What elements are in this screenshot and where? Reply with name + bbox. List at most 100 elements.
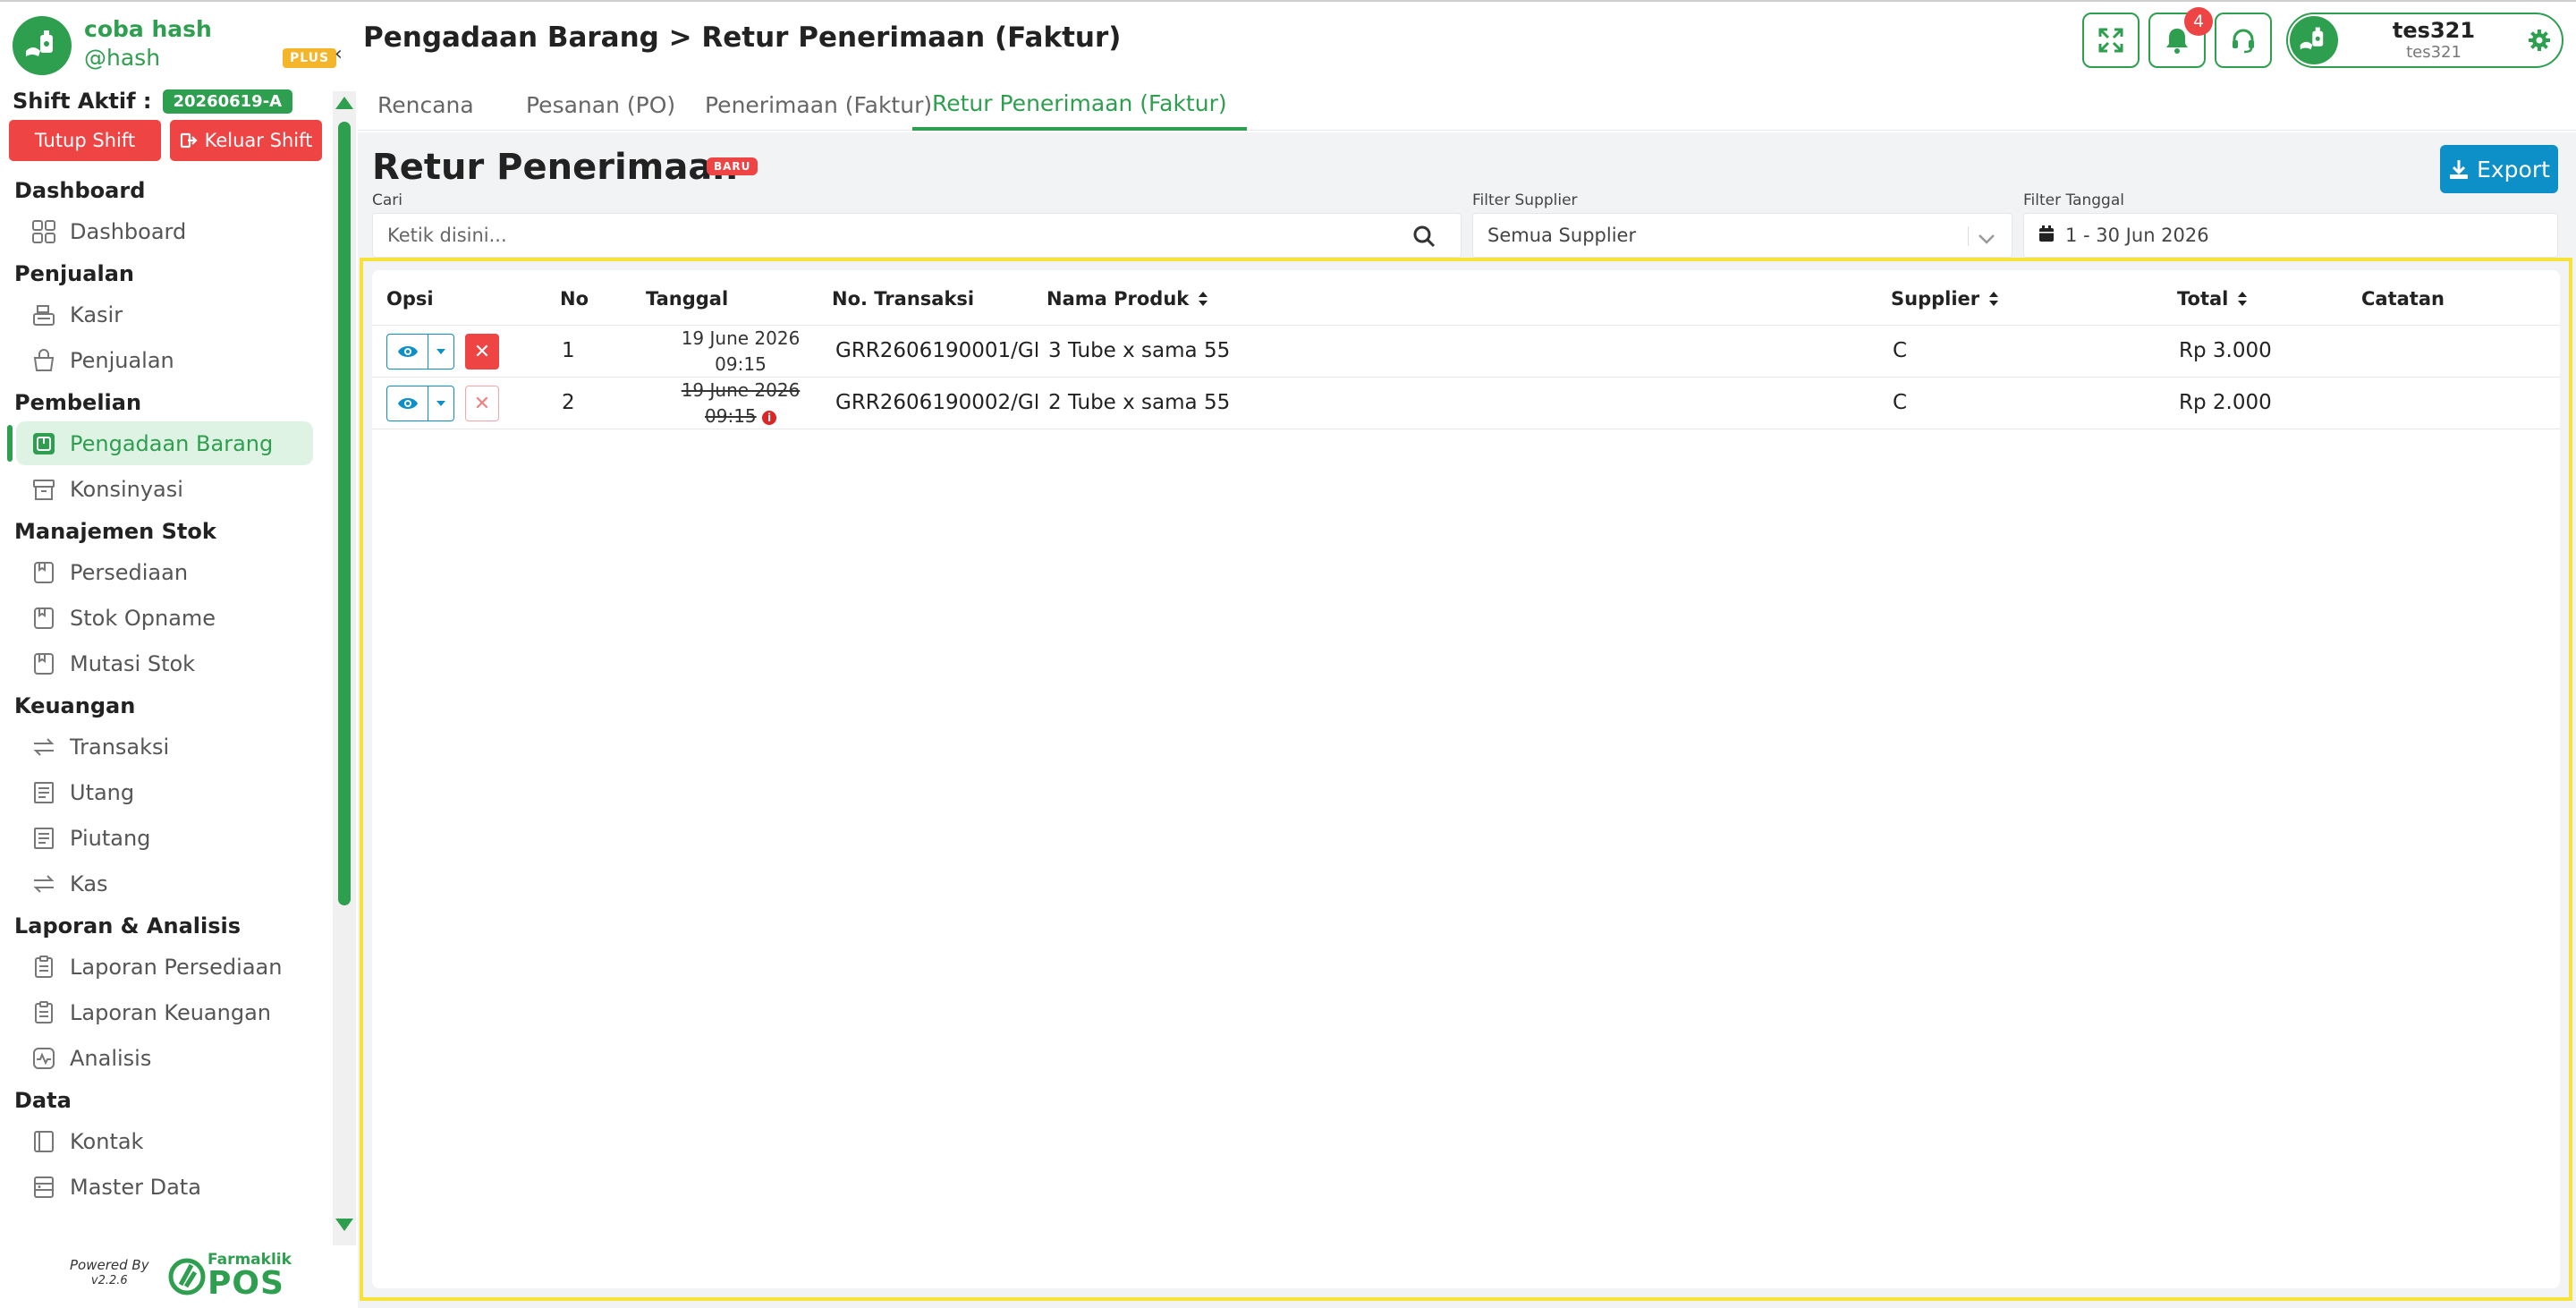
sort-icon[interactable] [1988, 291, 1999, 307]
sidebar-item-utang[interactable]: Utang [16, 770, 313, 814]
sidebar-item-master-data[interactable]: Master Data [16, 1165, 313, 1209]
sidebar-item-kasir[interactable]: Kasir [16, 293, 313, 336]
supplier-filter-label: Filter Supplier [1472, 191, 1578, 209]
sidebar-item-mutasi-stok[interactable]: Mutasi Stok [16, 641, 313, 685]
supplier-filter-select[interactable]: Semua Supplier [1472, 213, 2012, 258]
exit-shift-button[interactable]: Keluar Shift [170, 120, 322, 161]
cell-no-transaksi[interactable]: GRR2606190002/GR2 [835, 391, 1038, 414]
page-title: Retur Penerimaan [372, 147, 738, 188]
table-row: ✕ 1 19 June 2026 09:15 GRR2606190001/GR2… [372, 326, 2560, 378]
cell-total: Rp 3.000 [2179, 339, 2272, 362]
sidebar-item-kas[interactable]: Kas [16, 862, 313, 905]
export-label: Export [2477, 156, 2550, 183]
cell-no: 1 [562, 339, 575, 362]
date-filter-value: 1 - 30 Jun 2026 [2065, 225, 2209, 246]
sidebar-item-analisis[interactable]: Analisis [16, 1036, 313, 1080]
plan-badge: PLUS [283, 48, 337, 68]
store-avatar-icon [2300, 27, 2324, 50]
sidebar-item-penjualan[interactable]: Penjualan [16, 338, 313, 382]
fullscreen-button[interactable] [2082, 13, 2140, 68]
date-filter-input[interactable]: 1 - 30 Jun 2026 [2023, 213, 2558, 258]
col-supplier[interactable]: Supplier [1891, 288, 1999, 310]
scroll-down-arrow-icon[interactable] [335, 1219, 353, 1231]
cash-register-icon [30, 302, 57, 328]
sidebar-item-stok-opname[interactable]: Stok Opname [16, 596, 313, 640]
sidebar-item-dashboard[interactable]: Dashboard [16, 209, 313, 253]
sidebar-item-laporan-keuangan[interactable]: Laporan Keuangan [16, 990, 313, 1034]
user-menu[interactable]: tes321 tes321 [2286, 13, 2563, 68]
section-keuangan: Keuangan [14, 693, 136, 718]
cell-date: 19 June 2026 [681, 327, 801, 349]
col-nama-produk[interactable]: Nama Produk [1046, 288, 1208, 310]
powered-by-label: Powered By [70, 1257, 149, 1273]
export-button[interactable]: Export [2440, 145, 2558, 193]
breadcrumb: Pengadaan Barang > Retur Penerimaan (Fak… [363, 21, 1122, 54]
exit-shift-label: Keluar Shift [204, 130, 313, 151]
col-total[interactable]: Total [2177, 288, 2248, 310]
receipt-icon [30, 779, 57, 806]
returns-table: Opsi No Tanggal No. Transaksi Nama Produ… [372, 270, 2560, 1288]
grid-icon [30, 218, 57, 245]
powered-by: Powered By v2.2.6 [70, 1258, 149, 1288]
shift-label: Shift Aktif : [13, 89, 152, 114]
sidebar-menu: Dashboard Dashboard Penjualan Kasir Penj… [0, 170, 322, 1210]
sidebar-item-laporan-persediaan[interactable]: Laporan Persediaan [16, 945, 313, 989]
notification-button[interactable]: 4 [2148, 7, 2213, 68]
cell-time-cancelled: 09:15 [705, 405, 757, 427]
view-button[interactable] [387, 335, 428, 369]
sort-icon[interactable] [1198, 291, 1208, 307]
receipt-icon [30, 825, 57, 852]
sidebar-item-label: Pengadaan Barang [70, 430, 274, 456]
tab-pesanan-po[interactable]: Pesanan (PO) [506, 79, 695, 131]
search-label: Cari [372, 191, 402, 209]
exchange-icon [30, 734, 57, 760]
chevron-down-icon[interactable] [1978, 228, 1996, 250]
sidebar-item-label: Penjualan [70, 347, 174, 373]
user-name: tes321 [2392, 18, 2476, 43]
support-button[interactable] [2215, 13, 2272, 68]
cell-no: 2 [562, 391, 575, 414]
collapse-sidebar-icon[interactable]: ‹ [335, 43, 343, 65]
gear-icon[interactable] [2528, 29, 2551, 55]
sidebar-item-konsinyasi[interactable]: Konsinyasi [16, 467, 313, 511]
sidebar: coba hash @hash PLUS ‹ Shift Aktif : 202… [0, 2, 356, 1308]
table-header: Opsi No Tanggal No. Transaksi Nama Produ… [372, 270, 2560, 326]
exchange-icon [30, 871, 57, 897]
view-button[interactable] [387, 386, 428, 420]
close-shift-label: Tutup Shift [34, 130, 136, 151]
tab-retur-penerimaan-faktur[interactable]: Retur Penerimaan (Faktur) [912, 79, 1247, 131]
tab-rencana[interactable]: Rencana [358, 79, 494, 131]
eye-icon [397, 346, 418, 357]
col-opsi: Opsi [386, 288, 434, 310]
sidebar-scrollbar[interactable] [333, 91, 356, 1245]
cell-date-cancelled: 19 June 2026 [681, 379, 801, 401]
sidebar-item-label: Mutasi Stok [70, 650, 196, 676]
clipboard-icon [30, 999, 57, 1026]
scroll-up-arrow-icon[interactable] [335, 97, 353, 109]
sidebar-item-transaksi[interactable]: Transaksi [16, 725, 313, 769]
row-options-dropdown[interactable] [428, 386, 453, 420]
info-icon[interactable]: i [762, 410, 776, 425]
archive-box-icon [30, 476, 57, 503]
sidebar-item-kontak[interactable]: Kontak [16, 1119, 313, 1163]
clipboard-icon [30, 954, 57, 981]
sidebar-item-label: Dashboard [70, 218, 187, 244]
row-options-dropdown[interactable] [428, 335, 453, 369]
sidebar-item-pengadaan-barang[interactable]: Pengadaan Barang [7, 421, 313, 465]
headset-icon [2233, 29, 2254, 54]
close-shift-button[interactable]: Tutup Shift [9, 120, 161, 161]
cancel-return-button[interactable]: ✕ [465, 334, 499, 369]
sidebar-item-label: Utang [70, 779, 135, 805]
sidebar-item-label: Konsinyasi [70, 476, 183, 502]
scrollbar-thumb[interactable] [338, 122, 351, 905]
search-input[interactable]: Ketik disini... [372, 213, 1462, 258]
sort-icon[interactable] [2237, 291, 2248, 307]
cell-no-transaksi[interactable]: GRR2606190001/GR2 [835, 339, 1038, 362]
sidebar-item-label: Transaksi [70, 734, 170, 760]
cancel-return-button-disabled: ✕ [465, 386, 499, 421]
sidebar-item-piutang[interactable]: Piutang [16, 816, 313, 860]
search-icon[interactable] [1412, 225, 1436, 252]
supplier-filter-value: Semua Supplier [1487, 225, 1637, 246]
main-content: Retur Penerimaan BARU Export Cari Ketik … [358, 132, 2576, 1308]
sidebar-item-persediaan[interactable]: Persediaan [16, 550, 313, 594]
